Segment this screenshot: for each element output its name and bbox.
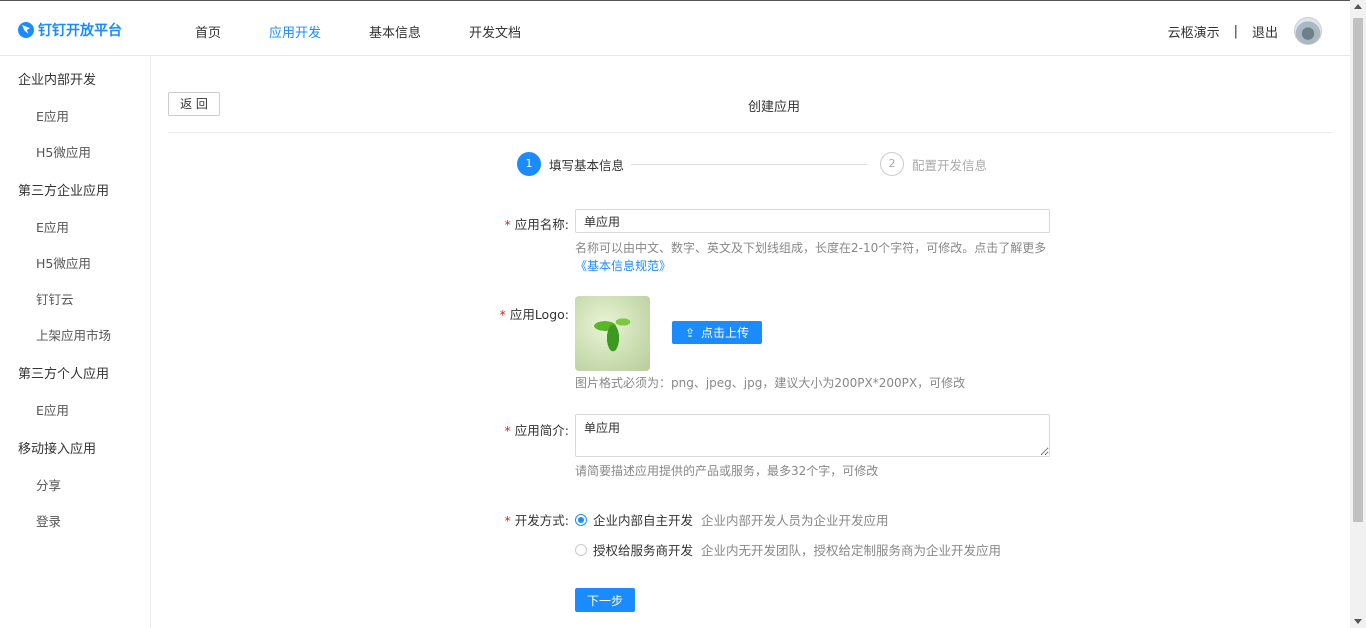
nav-basic-info[interactable]: 基本信息 (369, 22, 421, 41)
brand-logo[interactable]: 钉钉开放平台 (18, 20, 122, 40)
sidebar-item-personal-e-app[interactable]: E应用 (36, 400, 69, 419)
sidebar-group-internal: 企业内部开发 (18, 73, 97, 88)
radio-vendor[interactable] (575, 543, 587, 556)
upload-button[interactable]: ⇪ 点击上传 (672, 321, 762, 344)
scrollbar-thumb[interactable] (1353, 18, 1363, 522)
step-1-label: 填写基本信息 (549, 157, 625, 173)
app-logo-preview (575, 296, 650, 371)
step-connector (631, 164, 867, 165)
radio-vendor-desc: 企业内无开发团队，授权给定制服务商为企业开发应用 (701, 543, 1002, 558)
step-1: 1 填写基本信息 (517, 152, 624, 176)
sidebar-item-tp-cloud[interactable]: 钉钉云 (36, 289, 74, 308)
required-mark: * (504, 513, 511, 528)
user-name[interactable]: 云柩演示 (1168, 22, 1220, 41)
page-title: 创建应用 (748, 100, 801, 115)
app-name-input[interactable] (575, 209, 1050, 233)
upload-icon: ⇪ (684, 325, 696, 340)
sidebar-item-tp-market[interactable]: 上架应用市场 (36, 325, 111, 344)
sidebar-group-third-party-enterprise: 第三方企业应用 (18, 184, 110, 199)
brand-name: 钉钉开放平台 (38, 23, 122, 39)
required-mark: * (504, 217, 511, 232)
scroll-down-arrow-icon[interactable] (1354, 619, 1362, 624)
header-divider (168, 132, 1333, 133)
sidebar: 企业内部开发 E应用 H5微应用 第三方企业应用 E应用 H5微应用 钉钉云 上… (0, 56, 151, 628)
dingtalk-logo-icon (18, 22, 34, 38)
radio-internal-label[interactable]: 企业内部自主开发 (593, 510, 693, 529)
nav-dev-docs[interactable]: 开发文档 (469, 22, 521, 41)
sidebar-item-login[interactable]: 登录 (36, 511, 61, 530)
dev-mode-label: * 开发方式: (469, 510, 569, 529)
nav-app-dev[interactable]: 应用开发 (269, 22, 321, 41)
user-separator: | (1233, 23, 1238, 39)
user-area: 云柩演示 | 退出 (1168, 17, 1322, 45)
logout-link[interactable]: 退出 (1252, 22, 1278, 41)
step-1-number: 1 (517, 152, 541, 176)
upload-button-label: 点击上传 (701, 326, 750, 340)
avatar[interactable] (1294, 17, 1322, 45)
sidebar-item-internal-e-app[interactable]: E应用 (36, 106, 69, 125)
main-nav: 首页 应用开发 基本信息 开发文档 (195, 22, 569, 41)
required-mark: * (499, 307, 506, 322)
back-button[interactable]: 返 回 (168, 92, 220, 116)
sidebar-group-third-party-personal: 第三方个人应用 (18, 367, 110, 382)
basic-info-spec-link[interactable]: 《基本信息规范》 (575, 257, 1046, 275)
sidebar-item-internal-h5[interactable]: H5微应用 (36, 142, 91, 161)
app-name-hint: 名称可以由中文、数字、英文及下划线组成，长度在2-10个字符，可修改。点击了解更… (575, 239, 1046, 275)
nav-home[interactable]: 首页 (195, 22, 221, 41)
dev-mode-option-vendor[interactable]: 授权给服务商开发 企业内无开发团队，授权给定制服务商为企业开发应用 (575, 540, 1001, 559)
app-logo-label: * 应用Logo: (469, 304, 569, 323)
app-logo-label-text: 应用Logo: (509, 307, 569, 322)
app-logo-hint: 图片格式必须为：png、jpeg、jpg，建议大小为200PX*200PX，可修… (575, 376, 966, 390)
radio-vendor-label[interactable]: 授权给服务商开发 (593, 540, 693, 559)
step-2-label: 配置开发信息 (912, 157, 988, 173)
sidebar-item-tp-e-app[interactable]: E应用 (36, 217, 69, 236)
app-desc-textarea[interactable]: 单应用 (575, 414, 1050, 457)
page-scrollbar[interactable] (1350, 0, 1366, 628)
main-content: 返 回 创建应用 1 填写基本信息 2 配置开发信息 *应用名称: 名称可以由中… (151, 56, 1350, 628)
required-mark: * (504, 423, 511, 438)
step-2: 2 配置开发信息 (880, 152, 987, 176)
step-2-number: 2 (880, 152, 904, 176)
app-name-hint-text: 名称可以由中文、数字、英文及下划线组成，长度在2-10个字符，可修改。点击了解更… (575, 241, 1047, 255)
sidebar-item-tp-h5[interactable]: H5微应用 (36, 253, 91, 272)
dev-mode-label-text: 开发方式: (514, 513, 569, 528)
dev-mode-option-internal[interactable]: 企业内部自主开发 企业内部开发人员为企业开发应用 (575, 510, 889, 529)
app-name-label: * 应用名称: (469, 214, 569, 233)
app-desc-label: * 应用简介: (469, 420, 569, 439)
sidebar-item-share[interactable]: 分享 (36, 475, 61, 494)
sidebar-group-mobile: 移动接入应用 (18, 442, 97, 457)
next-step-button[interactable]: 下一步 (575, 588, 635, 612)
radio-internal-desc: 企业内部开发人员为企业开发应用 (701, 513, 889, 528)
app-desc-label-text: 应用简介: (514, 423, 569, 438)
top-bar: 钉钉开放平台 首页 应用开发 基本信息 开发文档 云柩演示 | 退出 (0, 0, 1350, 56)
app-desc-hint: 请简要描述应用提供的产品或服务，最多32个字，可修改 (575, 464, 879, 478)
radio-internal[interactable] (575, 513, 587, 526)
scroll-up-arrow-icon[interactable] (1354, 4, 1362, 9)
app-name-label-text: 应用名称: (514, 217, 569, 232)
